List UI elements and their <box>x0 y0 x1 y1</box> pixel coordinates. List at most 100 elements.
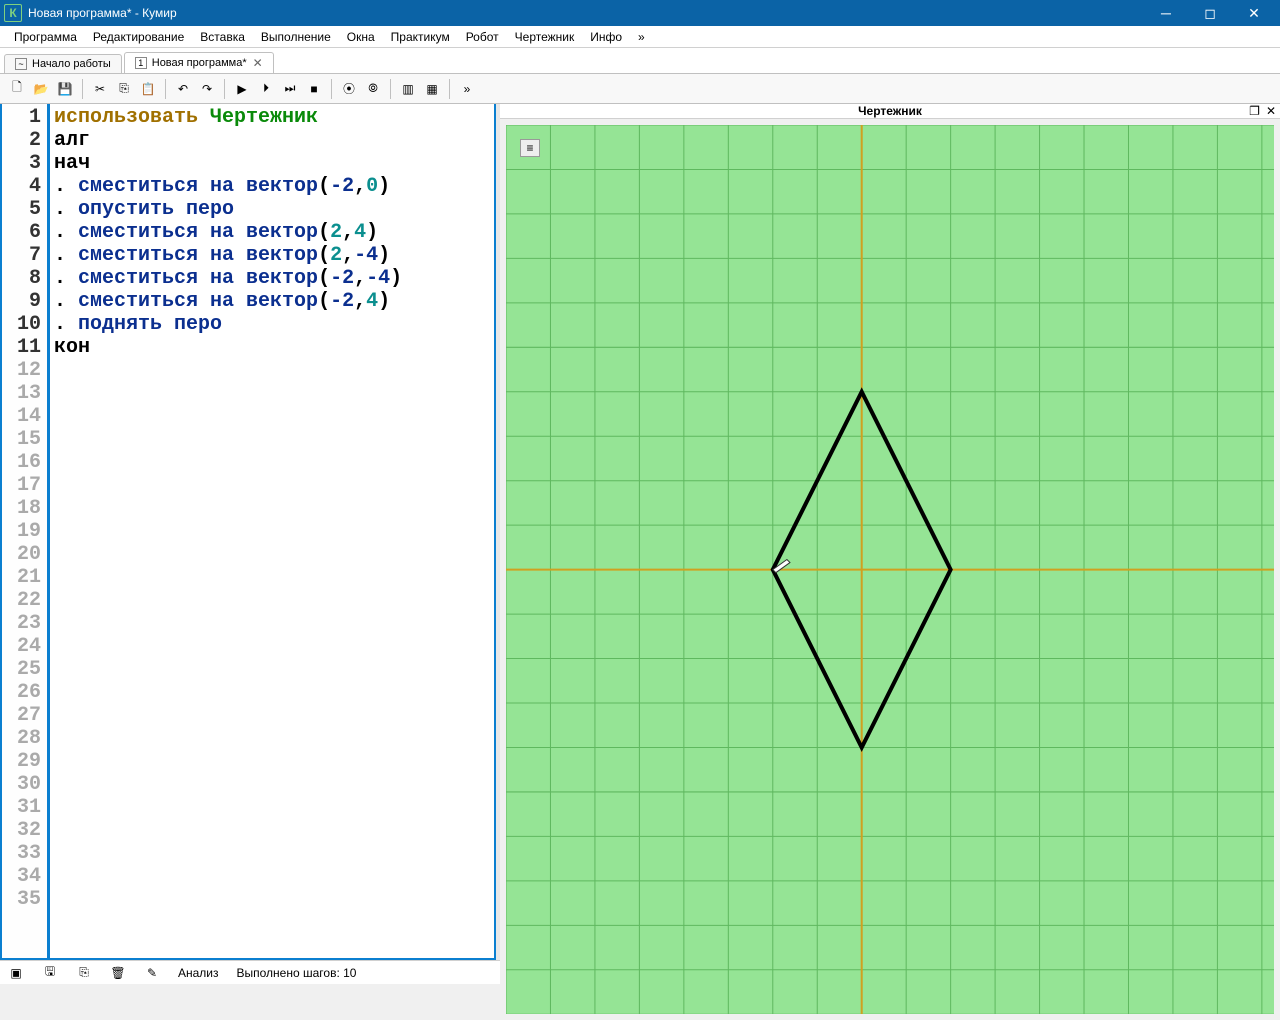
canvas-area[interactable]: ≡ <box>500 119 1280 1020</box>
app-icon: К <box>4 4 22 22</box>
stop-button[interactable]: ■ <box>303 78 325 100</box>
line-number: 8 <box>4 267 41 290</box>
close-button[interactable]: ✕ <box>1232 0 1276 26</box>
code-token: сместиться на вектор <box>78 267 318 290</box>
tab[interactable]: 1Новая программа* ✕ <box>124 52 274 73</box>
code-token: , <box>354 267 366 290</box>
code-line[interactable]: . поднять перо <box>54 313 490 336</box>
step-button[interactable]: ⏵ <box>255 78 277 100</box>
titlebar: К Новая программа* - Кумир ─ ◻ ✕ <box>0 0 1280 26</box>
paste-button[interactable]: 📋 <box>137 78 159 100</box>
line-number: 31 <box>4 796 41 819</box>
line-number: 28 <box>4 727 41 750</box>
menu-item[interactable]: Редактирование <box>85 28 192 46</box>
copy-button[interactable]: ⎘ <box>113 78 135 100</box>
line-number: 27 <box>4 704 41 727</box>
undo-button[interactable]: ↶ <box>172 78 194 100</box>
code-line[interactable]: . сместиться на вектор(-2,-4) <box>54 267 490 290</box>
code-token: поднять перо <box>78 313 222 336</box>
toolbar-separator <box>224 79 225 99</box>
code-token: ) <box>378 244 390 267</box>
bp-clear-button[interactable]: ⦾ <box>362 78 384 100</box>
code-token: ) <box>366 221 378 244</box>
line-number: 7 <box>4 244 41 267</box>
line-number: 2 <box>4 129 41 152</box>
toolbar: 🗋📂💾 ✂⎘📋 ↶↷ ▶⏵⏭■ ⦿⦾ ▥▦ » <box>0 74 1280 104</box>
code-line[interactable]: . опустить перо <box>54 198 490 221</box>
code-token: . <box>54 198 78 221</box>
code-line[interactable]: . сместиться на вектор(-2,0) <box>54 175 490 198</box>
menu-item[interactable]: Чертежник <box>507 28 583 46</box>
menu-item[interactable]: Практикум <box>383 28 458 46</box>
canvas-pane: Чертежник ❐ ✕ ≡ <box>500 104 1280 960</box>
sb-icon-3[interactable]: ⎘ <box>76 965 92 981</box>
grid-button[interactable]: ▦ <box>421 78 443 100</box>
tab[interactable]: ~Начало работы <box>4 54 122 73</box>
menu-item[interactable]: Программа <box>6 28 85 46</box>
code-line[interactable]: кон <box>54 336 490 359</box>
tab-close-icon[interactable]: ✕ <box>253 56 263 70</box>
editor-scroll[interactable]: 1234567891011121314151617181920212223242… <box>0 104 496 960</box>
open-button[interactable]: 📂 <box>30 78 52 100</box>
code-token: . <box>54 313 78 336</box>
menu-item[interactable]: Окна <box>339 28 383 46</box>
canvas-header: Чертежник ❐ ✕ <box>500 104 1280 119</box>
menu-item[interactable]: Выполнение <box>253 28 339 46</box>
redo-button[interactable]: ↷ <box>196 78 218 100</box>
sb-icon-5[interactable]: ✎ <box>144 965 160 981</box>
code-token: 2 <box>330 244 342 267</box>
minimize-button[interactable]: ─ <box>1144 0 1188 26</box>
line-number: 17 <box>4 474 41 497</box>
canvas-menu-button[interactable]: ≡ <box>520 139 540 157</box>
code-token: 2 <box>330 221 342 244</box>
line-number: 22 <box>4 589 41 612</box>
sb-icon-1[interactable]: ▣ <box>8 965 24 981</box>
maximize-button[interactable]: ◻ <box>1188 0 1232 26</box>
bp-toggle-button[interactable]: ⦿ <box>338 78 360 100</box>
save-button[interactable]: 💾 <box>54 78 76 100</box>
code-token: сместиться на вектор <box>78 221 318 244</box>
code-token: кон <box>54 336 90 359</box>
line-gutter: 1234567891011121314151617181920212223242… <box>2 104 50 958</box>
code-token: . <box>54 290 78 313</box>
more-button[interactable]: » <box>456 78 478 100</box>
code-token: , <box>354 290 366 313</box>
code-area[interactable]: использовать Чертежникалгнач. сместиться… <box>50 104 494 958</box>
toolbar-separator <box>331 79 332 99</box>
run-button[interactable]: ▶ <box>231 78 253 100</box>
code-token: ( <box>318 221 330 244</box>
code-line[interactable]: использовать Чертежник <box>54 106 490 129</box>
code-line[interactable]: . сместиться на вектор(2,4) <box>54 221 490 244</box>
menu-item[interactable]: Робот <box>458 28 507 46</box>
code-token: сместиться на вектор <box>78 244 318 267</box>
code-line[interactable]: алг <box>54 129 490 152</box>
toolbar-separator <box>165 79 166 99</box>
menu-item[interactable]: » <box>630 28 653 46</box>
cut-button[interactable]: ✂ <box>89 78 111 100</box>
toolbar-separator <box>82 79 83 99</box>
canvas-popout-icon[interactable]: ❐ <box>1249 104 1260 118</box>
line-number: 13 <box>4 382 41 405</box>
tab-icon: ~ <box>15 58 27 70</box>
canvas-close-icon[interactable]: ✕ <box>1266 104 1276 118</box>
code-line[interactable]: нач <box>54 152 490 175</box>
line-number: 9 <box>4 290 41 313</box>
menu-item[interactable]: Вставка <box>192 28 253 46</box>
sb-icon-4[interactable]: 🗑 <box>110 965 126 981</box>
new-button[interactable]: 🗋 <box>6 78 28 100</box>
tabbar: ~Начало работы1Новая программа* ✕ <box>0 48 1280 74</box>
code-line[interactable]: . сместиться на вектор(-2,4) <box>54 290 490 313</box>
line-number: 21 <box>4 566 41 589</box>
line-number: 14 <box>4 405 41 428</box>
window-title: Новая программа* - Кумир <box>28 6 1144 20</box>
code-token: -2 <box>330 290 354 313</box>
code-line[interactable]: . сместиться на вектор(2,-4) <box>54 244 490 267</box>
code-token: . <box>54 244 78 267</box>
fast-button[interactable]: ⏭ <box>279 78 301 100</box>
content: 1234567891011121314151617181920212223242… <box>0 104 1280 960</box>
cols-button[interactable]: ▥ <box>397 78 419 100</box>
drawing-canvas[interactable] <box>506 125 1274 1014</box>
line-number: 5 <box>4 198 41 221</box>
sb-icon-2[interactable]: 🖫 <box>42 965 58 981</box>
menu-item[interactable]: Инфо <box>582 28 630 46</box>
